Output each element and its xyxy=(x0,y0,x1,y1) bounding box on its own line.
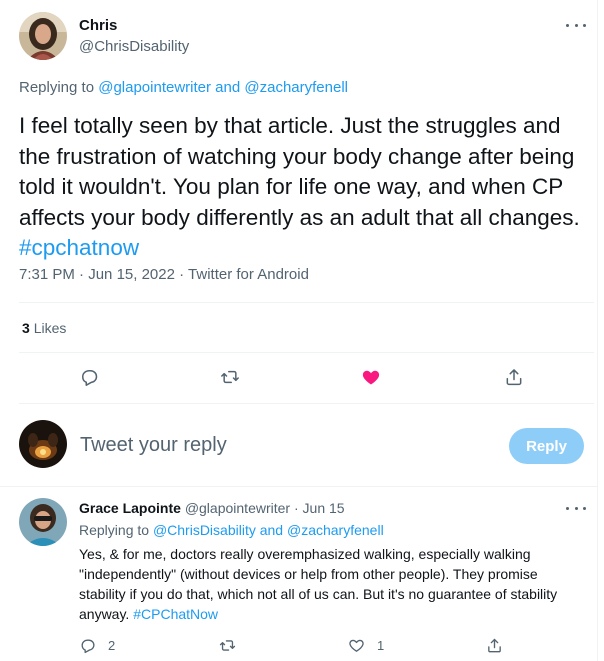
author-avatar[interactable] xyxy=(19,12,67,60)
divider xyxy=(19,302,594,303)
meta-separator: · xyxy=(179,266,189,283)
replying-to: Replying to @glapointewriter and @zachar… xyxy=(19,79,348,96)
reply-replying-to: Replying to @ChrisDisability and @zachar… xyxy=(79,522,384,538)
reply-author-name[interactable]: Grace Lapointe xyxy=(79,500,181,516)
share-icon[interactable] xyxy=(503,366,525,388)
tweet-body: I feel totally seen by that article. Jus… xyxy=(19,113,580,230)
meta-separator: · xyxy=(79,266,89,283)
reply-author-avatar[interactable] xyxy=(19,498,67,546)
meta-separator: · xyxy=(293,500,303,516)
tweet-time[interactable]: 7:31 PM xyxy=(19,266,75,283)
like-count: 1 xyxy=(377,637,385,653)
hashtag-link[interactable]: #cpchatnow xyxy=(19,235,139,260)
current-user-avatar[interactable] xyxy=(19,420,67,468)
reply-retweet-action[interactable] xyxy=(219,636,236,654)
tweet-meta: 7:31 PM · Jun 15, 2022 · Twitter for And… xyxy=(19,266,309,283)
author-name[interactable]: Chris xyxy=(79,17,117,34)
divider xyxy=(0,486,598,487)
more-icon[interactable] xyxy=(566,20,586,30)
likes-count[interactable]: 3 Likes xyxy=(22,320,66,336)
hashtag-link[interactable]: #CPChatNow xyxy=(133,606,218,622)
retweet-icon[interactable] xyxy=(219,366,241,388)
like-number: 3 xyxy=(22,320,30,336)
tweet-text: I feel totally seen by that article. Jus… xyxy=(19,111,594,264)
tweet-thread: Chris @ChrisDisability Replying to @glap… xyxy=(0,0,598,661)
mention-link[interactable]: @ChrisDisability xyxy=(153,522,256,538)
divider xyxy=(19,352,594,353)
divider xyxy=(19,403,594,404)
reply-like-action[interactable]: 1 xyxy=(348,636,384,654)
replying-and: and xyxy=(215,79,241,96)
reply-date[interactable]: Jun 15 xyxy=(303,500,345,516)
reply-header: Grace Lapointe @glapointewriter · Jun 15 xyxy=(79,500,345,516)
author-handle[interactable]: @ChrisDisability xyxy=(79,38,189,55)
mention-link[interactable]: @glapointewriter xyxy=(98,79,211,96)
replying-and: and xyxy=(259,522,284,538)
reply-count: 2 xyxy=(108,637,116,653)
reply-share-action[interactable] xyxy=(486,636,503,654)
tweet-source[interactable]: Twitter for Android xyxy=(188,266,309,283)
reply-author-handle[interactable]: @glapointewriter xyxy=(185,500,290,516)
reply-reply-action[interactable]: 2 xyxy=(79,636,115,654)
share-icon xyxy=(488,638,501,652)
heart-filled-icon[interactable] xyxy=(360,366,382,388)
retweet-icon xyxy=(219,639,236,651)
reply-icon[interactable] xyxy=(78,366,100,388)
reply-text: Yes, & for me, doctors really overemphas… xyxy=(79,544,584,624)
more-icon[interactable] xyxy=(566,503,586,513)
tweet-date[interactable]: Jun 15, 2022 xyxy=(88,266,175,283)
mention-link[interactable]: @zacharyfenell xyxy=(287,522,384,538)
likes-label: Likes xyxy=(33,320,67,336)
mention-link[interactable]: @zacharyfenell xyxy=(244,79,348,96)
reply-icon xyxy=(81,639,95,653)
replying-prefix: Replying to xyxy=(79,522,150,538)
heart-icon xyxy=(349,639,364,652)
reply-input[interactable]: Tweet your reply xyxy=(80,434,227,457)
reply-button[interactable]: Reply xyxy=(509,428,584,464)
replying-prefix: Replying to xyxy=(19,79,95,96)
